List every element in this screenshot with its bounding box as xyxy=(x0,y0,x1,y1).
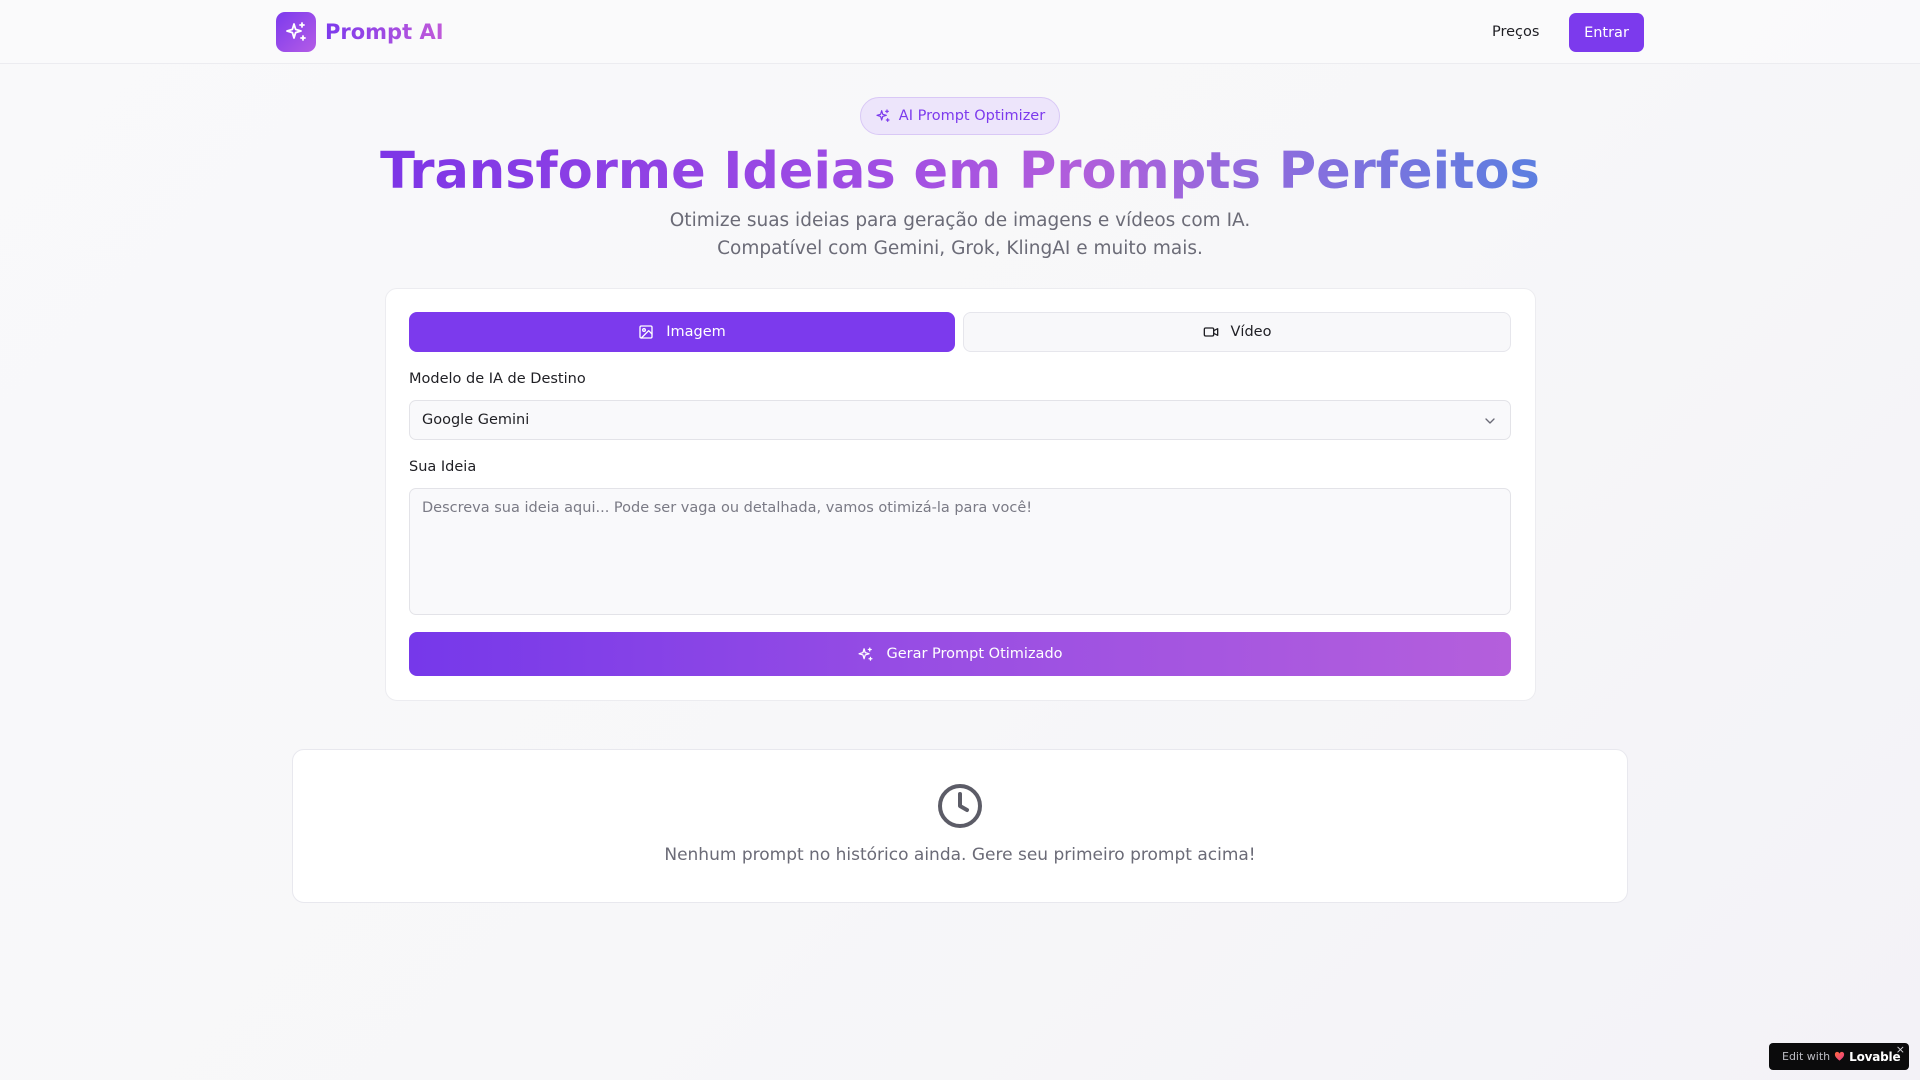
heart-icon xyxy=(1835,1051,1845,1061)
chevron-down-icon xyxy=(1485,418,1495,424)
page-title-text: Transforme Ideias em Prompts Perfeitos xyxy=(380,142,1540,201)
generate-label: Gerar Prompt Otimizado xyxy=(886,646,1063,662)
clock-icon xyxy=(938,784,982,828)
tab-image[interactable]: Imagem xyxy=(409,312,955,352)
generate-prompt-button[interactable]: Gerar Prompt Otimizado xyxy=(409,632,1511,676)
idea-label: Sua Ideia xyxy=(409,459,477,475)
top-navbar: Prompt AI Preços Entrar xyxy=(0,0,1920,64)
image-icon xyxy=(639,325,653,339)
idea-textarea[interactable] xyxy=(409,488,1511,615)
tab-video[interactable]: Vídeo xyxy=(963,312,1511,352)
badge-label: AI Prompt Optimizer xyxy=(898,108,1046,124)
sparkles-icon xyxy=(876,109,890,122)
model-label: Modelo de IA de Destino xyxy=(409,371,586,387)
edit-with-lovable-badge[interactable]: Edit with Lovable × xyxy=(1769,1043,1909,1070)
model-select[interactable]: Google Gemini xyxy=(409,400,1511,440)
lovable-brand: Lovable xyxy=(1849,1049,1901,1064)
edit-with-label: Edit with xyxy=(1782,1050,1831,1063)
brand-name: Prompt AI xyxy=(325,20,444,44)
video-icon xyxy=(1203,327,1218,337)
page-title: Transforme Ideias em Prompts Perfeitos xyxy=(0,138,1920,206)
ai-optimizer-badge: AI Prompt Optimizer xyxy=(860,97,1060,135)
history-empty-message: Nenhum prompt no histórico ainda. Gere s… xyxy=(664,845,1256,865)
tab-video-label: Vídeo xyxy=(1230,324,1272,340)
login-button[interactable]: Entrar xyxy=(1569,13,1644,52)
sparkles-icon xyxy=(276,12,316,52)
nav-pricing-link[interactable]: Preços xyxy=(1480,18,1551,46)
subtitle-line-2: Compatível com Gemini, Grok, KlingAI e m… xyxy=(717,238,1203,259)
model-selected-value: Google Gemini xyxy=(422,412,530,428)
tab-image-label: Imagem xyxy=(666,324,726,340)
close-badge-button[interactable]: × xyxy=(1896,1043,1905,1056)
subtitle-line-1: Otimize suas ideias para geração de imag… xyxy=(669,210,1251,231)
brand[interactable]: Prompt AI xyxy=(276,12,444,52)
sparkles-icon xyxy=(858,646,873,661)
